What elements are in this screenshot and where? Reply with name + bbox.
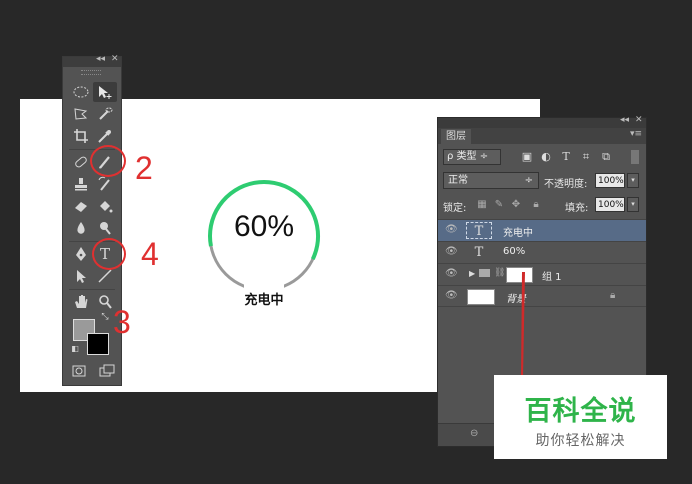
- close-icon[interactable]: ✕: [111, 54, 119, 64]
- blur-tool-icon[interactable]: [69, 218, 93, 238]
- layer-row-charging-text[interactable]: 👁︎ T 充电中: [438, 219, 646, 241]
- layer-filter-select[interactable]: ρ 类型 ÷: [443, 149, 501, 165]
- panel-menu-icon[interactable]: ▾≡: [630, 129, 642, 139]
- visibility-eye-icon[interactable]: 👁︎: [445, 246, 458, 257]
- text-layer-thumbnail-icon: T: [474, 245, 484, 260]
- swap-colors-icon[interactable]: ⤡: [99, 311, 111, 323]
- background-color-swatch[interactable]: [87, 333, 109, 355]
- quick-selection-tool-icon[interactable]: [93, 104, 117, 124]
- layer-row-background[interactable]: 👁︎ 背景 🔒︎: [438, 285, 646, 307]
- blend-mode-arrow-icon: ÷: [524, 175, 533, 186]
- watermark-subtitle: 助你轻松解决: [535, 433, 626, 449]
- folder-icon: [479, 269, 490, 277]
- shape-filter-icon[interactable]: ⌗: [579, 149, 593, 165]
- annotation-circle-type: [92, 238, 126, 270]
- crop-tool-icon[interactable]: [69, 126, 93, 146]
- eyedropper-tool-icon[interactable]: [93, 126, 117, 146]
- fill-input[interactable]: 100%: [595, 197, 625, 212]
- watermark-logo: 百科全说 助你轻松解决: [494, 375, 667, 459]
- move-tool-icon[interactable]: [93, 82, 117, 102]
- close-icon[interactable]: ✕: [635, 115, 643, 125]
- text-layer-thumbnail-icon: T: [466, 222, 492, 239]
- type-filter-icon[interactable]: T: [559, 149, 573, 165]
- layer-lock-icon: 🔒︎: [610, 290, 616, 301]
- layer-name: 组 1: [542, 272, 562, 283]
- default-colors-icon[interactable]: ◧: [69, 342, 81, 354]
- mask-link-icon[interactable]: ⛓︎: [494, 268, 505, 278]
- fill-dropdown-icon[interactable]: ▾: [627, 197, 639, 212]
- filter-toggle-icon[interactable]: [631, 150, 639, 164]
- visibility-eye-icon[interactable]: 👁︎: [445, 224, 458, 235]
- tools-panel-header: ◂◂ ✕: [63, 54, 121, 67]
- blend-mode-select[interactable]: 正常 ÷: [443, 172, 539, 189]
- progress-label-text: 充电中: [244, 293, 284, 308]
- annotation-number-4: 4: [141, 236, 159, 272]
- layers-panel-header: ◂◂ ✕: [438, 115, 646, 128]
- quick-mask-icon[interactable]: [67, 361, 91, 381]
- dodge-tool-icon[interactable]: [93, 218, 117, 238]
- lock-transparent-pixels-icon[interactable]: ▦: [476, 199, 488, 213]
- annotation-circle-brush: [90, 145, 126, 177]
- eraser-tool-icon[interactable]: [69, 196, 93, 216]
- layer-name: 充电中: [503, 228, 533, 239]
- annotation-number-3: 3: [113, 304, 131, 340]
- layer-row-percent-text[interactable]: 👁︎ T 60%: [438, 241, 646, 263]
- visibility-eye-icon[interactable]: 👁︎: [445, 290, 458, 301]
- hand-tool-icon[interactable]: [69, 292, 93, 312]
- opacity-dropdown-icon[interactable]: ▾: [627, 173, 639, 188]
- screen-mode-icon[interactable]: [95, 361, 119, 381]
- progress-percent-text: 60%: [233, 210, 295, 243]
- layer-row-group[interactable]: 👁︎ ▶ ⛓︎ 组 1: [438, 263, 646, 285]
- fill-label: 填充:: [565, 203, 589, 214]
- adjustment-filter-icon[interactable]: ◐: [539, 149, 553, 165]
- expand-arrow-icon[interactable]: ▶: [469, 269, 475, 278]
- collapse-icon[interactable]: ◂◂: [620, 115, 629, 125]
- lock-all-icon[interactable]: 🔒︎: [530, 199, 542, 213]
- history-brush-tool-icon[interactable]: [93, 174, 117, 194]
- layer-name: 60%: [503, 246, 526, 257]
- opacity-input[interactable]: 100%: [595, 173, 625, 188]
- path-selection-tool-icon[interactable]: [69, 266, 93, 286]
- layers-tab-bar: 图层 ▾≡: [438, 128, 646, 144]
- visibility-eye-icon[interactable]: 👁︎: [445, 268, 458, 279]
- tool-divider: [69, 289, 115, 290]
- lock-image-pixels-icon[interactable]: ✎: [493, 199, 505, 213]
- collapse-icon[interactable]: ◂◂: [96, 54, 105, 64]
- blend-mode-value: 正常: [448, 175, 468, 186]
- pixel-filter-icon[interactable]: ▣: [520, 149, 534, 165]
- elliptical-marquee-tool-icon[interactable]: [69, 82, 93, 102]
- panel-grip[interactable]: [81, 70, 101, 75]
- smart-object-filter-icon[interactable]: ⧉: [599, 149, 613, 165]
- opacity-label: 不透明度:: [544, 179, 588, 190]
- tab-layers[interactable]: 图层: [441, 129, 471, 144]
- annotation-number-2: 2: [135, 150, 153, 186]
- watermark-title: 百科全说: [524, 396, 637, 427]
- lock-position-icon[interactable]: ✥: [510, 199, 522, 213]
- link-layers-icon[interactable]: ⊖: [470, 428, 478, 439]
- polygonal-lasso-tool-icon[interactable]: [69, 104, 93, 124]
- clone-stamp-tool-icon[interactable]: [69, 174, 93, 194]
- pen-tool-icon[interactable]: [69, 244, 93, 264]
- paint-bucket-tool-icon[interactable]: [93, 196, 117, 216]
- annotation-arrow: [521, 272, 525, 378]
- background-layer-thumbnail: [467, 289, 495, 305]
- lock-label: 锁定:: [443, 203, 467, 214]
